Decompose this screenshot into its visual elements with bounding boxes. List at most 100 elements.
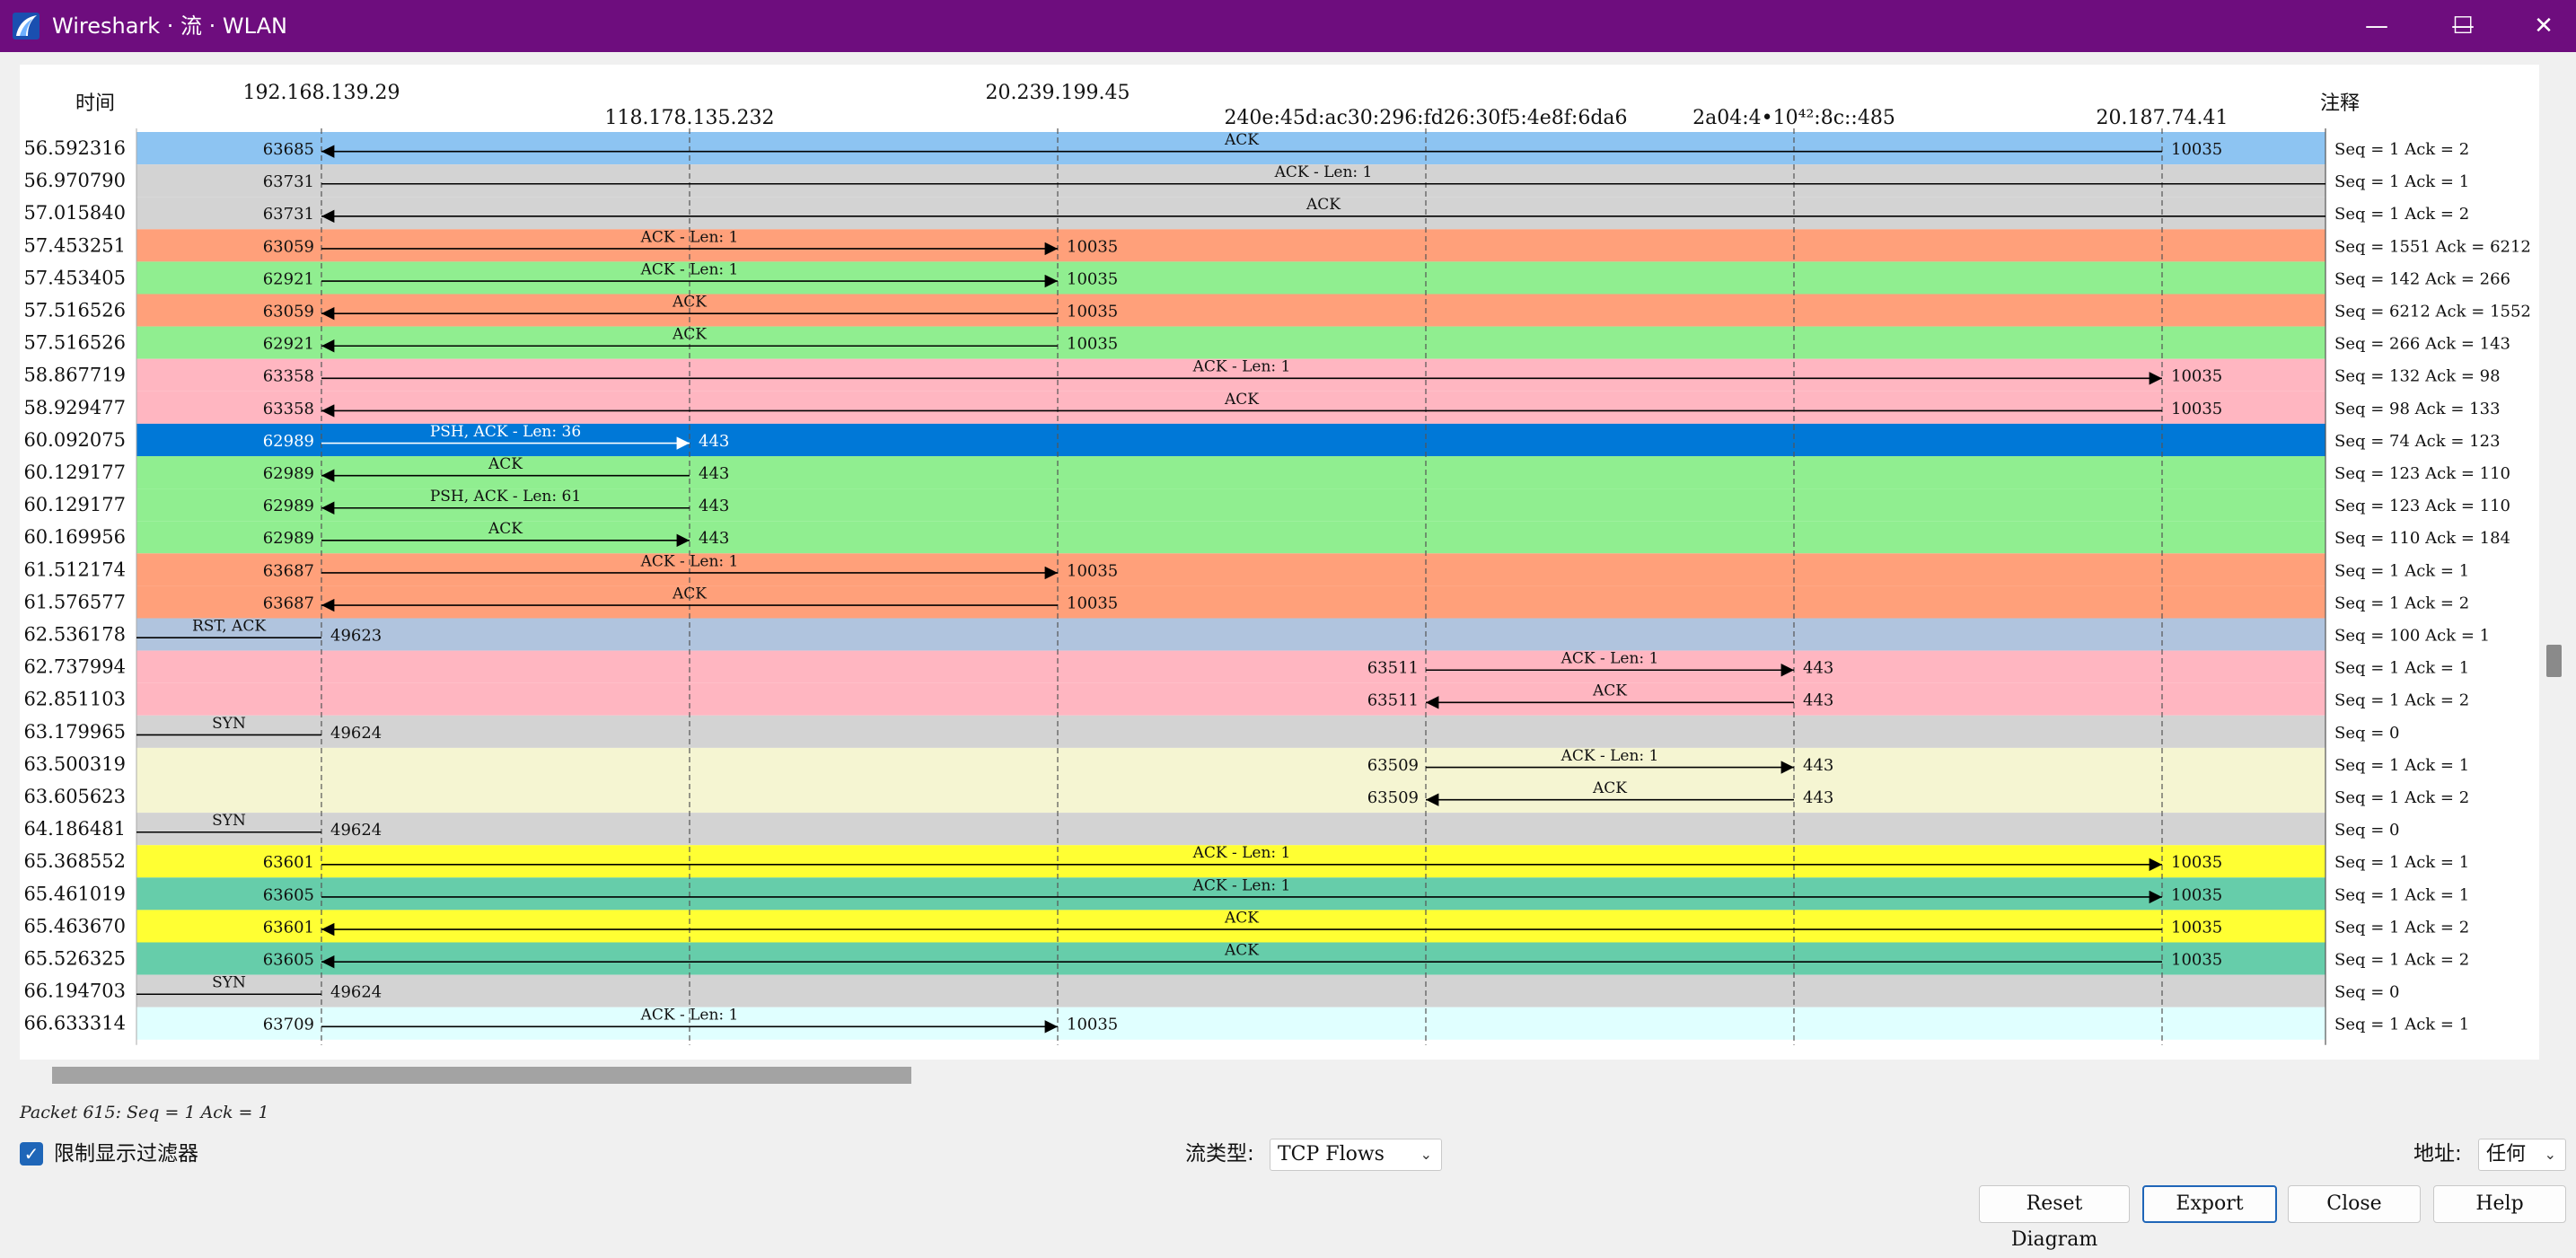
horizontal-scrollbar-thumb[interactable] (52, 1067, 911, 1084)
reset-diagram-button[interactable]: Reset Diagram (1979, 1185, 2130, 1251)
flow-label: ACK - Len: 1 (1192, 844, 1291, 862)
flow-label: ACK (1224, 909, 1259, 927)
packet-comment: Seq = 1 Ack = 2 (2334, 788, 2469, 807)
address-value: 任何 (2486, 1143, 2527, 1166)
packet-time: 60.092075 (23, 429, 126, 451)
flow-label: ACK (488, 455, 523, 473)
port-label: 443 (1803, 788, 1833, 807)
port-label: 63601 (263, 918, 314, 937)
flow-row-band[interactable] (136, 650, 2325, 683)
address-label: 地址: (2413, 1142, 2462, 1166)
flow-label: ACK (1224, 131, 1259, 149)
help-button[interactable]: Help (2433, 1185, 2566, 1223)
host-label: 20.187.74.41 (2097, 107, 2229, 129)
port-label: 10035 (1067, 335, 1118, 354)
packet-time: 58.929477 (23, 397, 126, 418)
flow-row-band[interactable] (136, 164, 2325, 198)
flow-label: RST, ACK (192, 618, 266, 636)
packet-time: 66.633314 (23, 1013, 126, 1034)
maximize-button[interactable]: ☐ (2422, 0, 2503, 52)
port-label: 443 (699, 464, 729, 483)
flow-label: ACK - Len: 1 (1192, 358, 1291, 376)
packet-comment: Seq = 1 Ack = 1 (2334, 885, 2469, 904)
flow-label: ACK - Len: 1 (1192, 876, 1291, 894)
flow-row-band[interactable] (136, 682, 2325, 716)
flow-row-band[interactable] (136, 553, 2325, 586)
flow-row-band[interactable] (136, 456, 2325, 489)
packet-time: 57.516526 (23, 332, 126, 354)
port-label: 63509 (1367, 788, 1419, 807)
packet-time: 64.186481 (23, 818, 126, 840)
packet-time: 65.463670 (23, 915, 126, 937)
packet-time: 57.453405 (23, 267, 126, 288)
port-label: 63358 (263, 400, 314, 418)
flow-row-band[interactable] (136, 521, 2325, 554)
flow-row-band[interactable] (136, 715, 2325, 748)
packet-comment: Seq = 1 Ack = 1 (2334, 172, 2469, 191)
packet-time: 61.576577 (23, 591, 126, 612)
port-label: 62921 (263, 335, 314, 354)
wireshark-fin-icon (13, 13, 40, 40)
packet-info-text: Packet 615: Seq = 1 Ack = 1 (20, 1103, 269, 1122)
packet-comment: Seq = 0 (2334, 821, 2399, 840)
flow-label: ACK (1592, 779, 1627, 797)
port-label: 443 (1803, 756, 1833, 775)
flow-row-band[interactable] (136, 618, 2325, 651)
port-label: 10035 (2171, 951, 2222, 970)
packet-time: 62.737994 (23, 656, 126, 678)
port-label: 63059 (263, 237, 314, 256)
flow-diagram[interactable]: 时间 注释 192.168.139.29 118.178.135.232 20.239.… (20, 65, 2539, 1060)
flow-row-band[interactable] (136, 326, 2325, 359)
flow-label: ACK (488, 520, 523, 538)
packet-comment: Seq = 266 Ack = 143 (2334, 335, 2510, 354)
address-select[interactable]: 任何 ⌄ (2478, 1139, 2566, 1171)
host-label: 2a04:4•10⁴²:8c::485 (1692, 107, 1895, 129)
packet-time: 62.536178 (23, 624, 126, 646)
flow-diagram-frame[interactable]: 时间 注释 192.168.139.29 118.178.135.232 20.239.… (20, 65, 2539, 1060)
flow-label: SYN (212, 812, 246, 830)
port-label: 443 (699, 497, 729, 515)
flow-row-band[interactable] (136, 974, 2325, 1007)
flow-label: PSH, ACK - Len: 36 (430, 423, 581, 441)
close-window-button[interactable]: ✕ (2503, 0, 2576, 52)
flow-label: ACK - Len: 1 (640, 260, 739, 278)
packet-time: 60.169956 (23, 526, 126, 548)
flow-type-select[interactable]: TCP Flows ⌄ (1270, 1139, 1442, 1171)
port-label: 62989 (263, 432, 314, 451)
flow-row-band[interactable] (136, 813, 2325, 846)
flow-row-band[interactable] (136, 294, 2325, 327)
port-label: 63731 (263, 205, 314, 224)
close-button[interactable]: Close (2288, 1185, 2421, 1223)
port-label: 10035 (1067, 594, 1118, 612)
packet-comment: Seq = 1 Ack = 1 (2334, 1016, 2469, 1034)
limit-display-filter-label[interactable]: 限制显示过滤器 (54, 1140, 198, 1167)
packet-time: 65.461019 (23, 883, 126, 904)
horizontal-scrollbar[interactable] (20, 1060, 2539, 1092)
export-button[interactable]: Export (2142, 1185, 2277, 1223)
flow-row-band[interactable] (136, 585, 2325, 619)
limit-display-filter-checkbox[interactable]: ✓ (20, 1142, 43, 1166)
flow-row-band[interactable] (136, 261, 2325, 295)
port-label: 63059 (263, 303, 314, 321)
port-label: 63511 (1367, 691, 1419, 710)
packet-time: 58.867719 (23, 365, 126, 386)
packet-comment: Seq = 1 Ack = 2 (2334, 594, 2469, 612)
minimize-button-2[interactable]: — (2336, 0, 2417, 52)
flow-row-band[interactable] (136, 780, 2325, 814)
packet-time: 65.368552 (23, 850, 126, 872)
comment-column-header: 注释 (2320, 92, 2360, 115)
port-label: 63509 (1367, 756, 1419, 775)
flow-label: ACK (672, 294, 707, 312)
port-label: 443 (699, 529, 729, 548)
port-label: 10035 (2171, 400, 2222, 418)
flow-row-band[interactable] (136, 229, 2325, 262)
packet-comment: Seq = 132 Ack = 98 (2334, 367, 2501, 386)
vertical-scrollbar-thumb[interactable] (2546, 645, 2562, 677)
port-label: 10035 (1067, 269, 1118, 288)
flow-row-band[interactable] (136, 1007, 2325, 1040)
packet-time: 60.129177 (23, 494, 126, 515)
packet-comment: Seq = 1551 Ack = 6212 (2334, 237, 2531, 256)
port-label: 62989 (263, 529, 314, 548)
flow-row-band[interactable] (136, 747, 2325, 780)
flow-row-band[interactable] (136, 197, 2325, 230)
